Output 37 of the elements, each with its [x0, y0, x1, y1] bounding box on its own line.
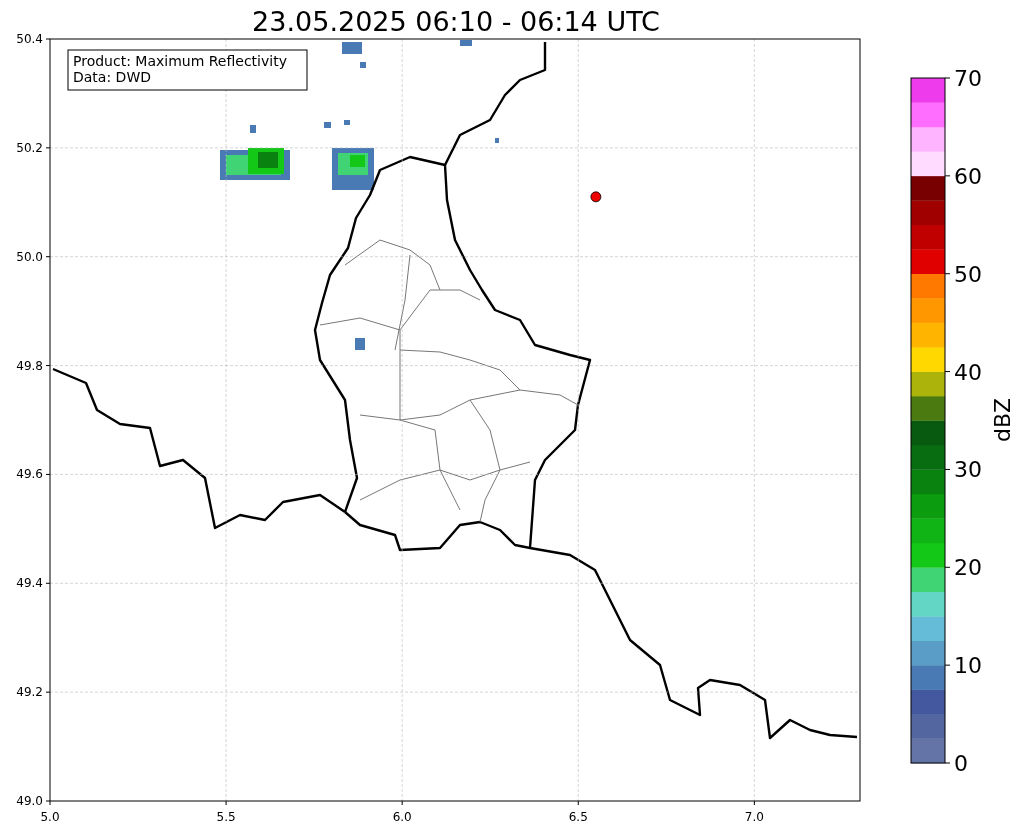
y-tick-label: 49.6 [16, 467, 43, 482]
y-tick-label: 50.2 [16, 140, 43, 155]
tick-mark [45, 256, 51, 258]
y-tick-label: 49.0 [16, 794, 43, 808]
colorbar-tick-label: 60 [954, 163, 982, 189]
tick-mark [45, 691, 51, 693]
tick-mark [225, 800, 227, 806]
x-tick-label: 5.0 [40, 810, 60, 824]
y-tick-label: 50.4 [16, 32, 43, 46]
tick-mark [577, 800, 579, 806]
tick-mark [45, 582, 51, 584]
y-tick-label: 49.4 [16, 576, 43, 591]
x-tick-label: 7.0 [744, 810, 764, 824]
y-tick-label: 49.2 [16, 685, 43, 700]
info-text: Product: Maximum Reflectivity [73, 53, 287, 69]
colorbar-tick-label: 10 [954, 653, 982, 679]
tick-mark [753, 800, 755, 806]
figure-title: 23.05.2025 06:10 - 06:14 UTC [252, 6, 660, 37]
x-tick-label: 6.0 [392, 810, 412, 824]
y-tick-label: 49.8 [16, 358, 43, 373]
tick-mark [401, 800, 403, 806]
tick-mark [45, 365, 51, 367]
colorbar-tick-label: 40 [954, 359, 982, 385]
location-marker [590, 191, 602, 203]
colorbar-tick-label: 50 [954, 261, 982, 287]
colorbar-tick-label: 70 [954, 66, 982, 91]
x-tick-label: 6.5 [568, 810, 588, 824]
colorbar-tick-label: 20 [954, 555, 982, 581]
info-text: Data: DWD [73, 69, 151, 85]
colorbar-label: dBZ [990, 397, 1015, 443]
tick-mark [45, 473, 51, 475]
tick-mark [45, 38, 51, 40]
x-tick-label: 5.5 [216, 810, 236, 824]
y-tick-label: 50.0 [16, 249, 43, 264]
colorbar-tick-label: 0 [954, 751, 968, 776]
colorbar-tick-label: 30 [954, 457, 982, 483]
tick-mark [45, 147, 51, 149]
